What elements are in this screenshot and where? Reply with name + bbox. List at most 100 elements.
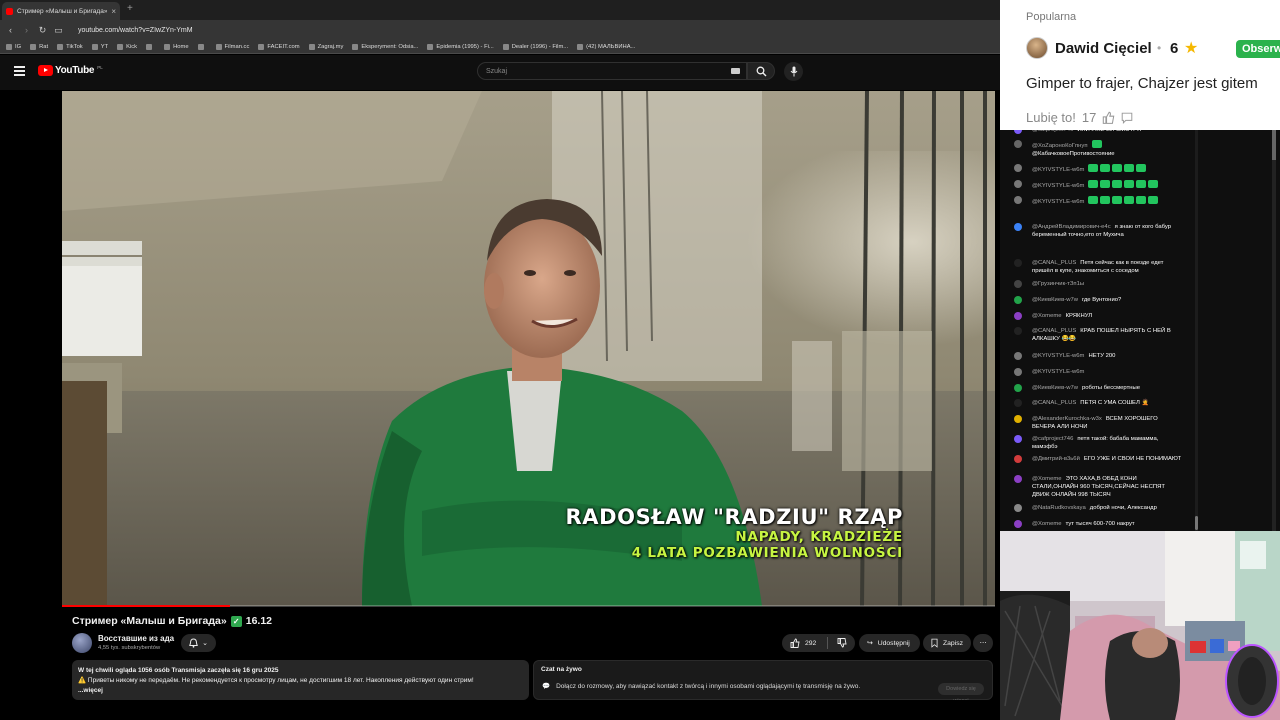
thumbs-up-icon[interactable]	[1102, 111, 1115, 124]
thumbs-down-icon[interactable]	[837, 638, 847, 648]
live-chat-learn-more-button[interactable]: Dowiedz się więcej	[938, 683, 984, 704]
bookmark-label: Zagraj.my	[317, 43, 344, 50]
back-icon[interactable]: ‹	[6, 25, 15, 35]
bookmark-item[interactable]: (42) МАЛЬВИНА...	[577, 43, 636, 50]
youtube-header: YouTube PL Szukaj	[0, 55, 1000, 90]
bookmark-item[interactable]: IG	[6, 43, 21, 50]
chat-avatar	[1014, 196, 1022, 204]
bookmark-item[interactable]: Eksperyment: Odsia...	[352, 43, 418, 50]
bookmark-item[interactable]	[146, 43, 155, 50]
chat-emote-icon	[1100, 196, 1111, 204]
chat-avatar	[1014, 223, 1022, 231]
bookmark-item[interactable]: Epidemia (1995) - Fi...	[427, 43, 494, 50]
chat-avatar	[1014, 280, 1022, 288]
chat-author: @KYIVSTYLE-w6m	[1032, 369, 1085, 375]
search-input[interactable]: Szukaj	[477, 62, 747, 80]
region-code: PL	[97, 65, 103, 70]
browser-tab[interactable]: Стример «Малыш и Бригада» ✅ 16.12 ×	[2, 2, 120, 20]
youtube-logo[interactable]: YouTube PL	[38, 65, 103, 76]
bookmark-item[interactable]: Home	[164, 43, 189, 50]
channel-name[interactable]: Восставшие из ада	[98, 634, 174, 643]
chat-author: @KYIVSTYLE-w6m	[1032, 353, 1085, 359]
youtube-favicon-icon	[6, 7, 13, 15]
live-chat-title: Czat na żywo	[541, 666, 582, 673]
webcam-image	[1000, 531, 1280, 720]
video-title-date: 16.12	[245, 615, 273, 627]
forward-icon[interactable]: ›	[22, 25, 31, 35]
chat-author: @Xomeme	[1032, 313, 1062, 319]
bookmark-favicon-icon	[427, 43, 434, 50]
description-more-link[interactable]: ...więcej	[78, 686, 523, 696]
share-button[interactable]: ↪ Udostępnij	[859, 634, 920, 652]
browser-tab-strip: Стример «Малыш и Бригада» ✅ 16.12 × +	[0, 0, 1000, 20]
youtube-play-icon	[38, 65, 53, 76]
description-box[interactable]: W tej chwili ogląda 1056 osób Transmisja…	[72, 660, 529, 700]
check-mark-icon: ✓	[230, 615, 242, 627]
reload-icon[interactable]: ↻	[38, 25, 47, 36]
bookmark-item[interactable]: Zagraj.my	[308, 43, 344, 50]
chevron-down-icon: ⌄	[202, 640, 208, 647]
commenter-name[interactable]: Dawid Cięciel	[1055, 40, 1152, 57]
bookmark-item[interactable]: Filman.cc	[215, 43, 250, 50]
bookmark-favicon-icon	[577, 43, 584, 50]
bookmark-item[interactable]: FACEIT.com	[258, 43, 300, 50]
bookmark-label: Filman.cc	[224, 43, 250, 50]
video-player[interactable]: RADOSŁAW "RADZIU" RZĄP NAPADY, KRADZIEŻE…	[62, 91, 995, 606]
bookmark-favicon-icon	[215, 43, 222, 50]
channel-avatar[interactable]	[72, 633, 92, 653]
bookmark-favicon-icon	[57, 43, 64, 50]
chat-author: @cafproject746	[1032, 130, 1074, 133]
youtube-wordmark: YouTube	[55, 65, 95, 76]
comment-like-button[interactable]: Lubię to!	[1026, 110, 1076, 125]
comment-like-row: Lubię to! 17	[1026, 110, 1133, 125]
chat-avatar	[1014, 352, 1022, 360]
chat-avatar	[1014, 140, 1022, 148]
bookmark-item[interactable]: YT	[91, 43, 109, 50]
more-actions-button[interactable]: ⋯	[973, 634, 993, 652]
tab-close-icon[interactable]: ×	[111, 7, 116, 16]
chat-emote-icon	[1100, 164, 1111, 172]
chat-avatar	[1014, 415, 1022, 423]
url-field[interactable]: youtube.com/watch?v=ZIwZYn-YmM	[78, 27, 193, 34]
comment-text: Gimper to frajer, Chajzer jest gitem	[1026, 75, 1258, 92]
bookmark-item[interactable]: Dealer (1996) - Film...	[502, 43, 568, 50]
chat-author: @cafproject746	[1032, 436, 1074, 442]
menu-icon[interactable]	[14, 66, 25, 76]
comment-popular-label: Popularna	[1026, 11, 1077, 23]
chat-emote-icon	[1112, 164, 1123, 172]
chat-author: @KYIVSTYLE-w6m	[1032, 199, 1085, 205]
chat-text: ЕГО УЖЕ И СВОИ НЕ ПОНИМАЮТ	[1083, 456, 1182, 462]
overlay-scrollbar[interactable]	[1272, 130, 1276, 531]
overlay-name: RADOSŁAW "RADZIU" RZĄP	[565, 505, 903, 529]
bookmark-favicon-icon	[502, 43, 509, 50]
chat-text: доброй ночи, Александр	[1089, 505, 1157, 511]
chat-avatar	[1014, 327, 1022, 335]
chat-author: @CANAL_PLUS	[1032, 400, 1077, 406]
chat-avatar	[1014, 130, 1022, 134]
bookmark-page-icon[interactable]: ▭	[54, 25, 63, 36]
new-tab-button[interactable]: +	[127, 3, 133, 14]
bookmark-item[interactable]: TikTok	[57, 43, 83, 50]
follow-button[interactable]: Obserwuj	[1236, 40, 1280, 58]
voice-search-button[interactable]	[784, 62, 803, 81]
reply-icon[interactable]	[1121, 112, 1133, 124]
like-button[interactable]: 292	[782, 634, 855, 652]
keyboard-icon[interactable]	[731, 68, 740, 74]
commenter-avatar[interactable]	[1026, 37, 1048, 59]
chat-avatar	[1014, 164, 1022, 172]
notification-bell-button[interactable]: ⌄	[181, 634, 216, 652]
bookmark-item[interactable]: Kick	[117, 43, 137, 50]
chat-emote-icon	[1124, 196, 1135, 204]
video-title-text: Стример «Малыш и Бригада»	[72, 615, 227, 627]
bookmark-item[interactable]: Rat	[30, 43, 48, 50]
live-chat-scrollbar[interactable]	[1195, 130, 1198, 531]
save-button[interactable]: Zapisz	[923, 634, 971, 652]
chat-avatar	[1014, 435, 1022, 443]
video-progress-bar[interactable]	[62, 605, 995, 607]
bookmark-item[interactable]	[197, 43, 207, 50]
bookmark-label: YT	[100, 43, 109, 50]
live-chat-collapsed: Czat na żywo 💬 Dołącz do rozmowy, aby na…	[533, 660, 993, 704]
bell-icon	[189, 638, 198, 648]
bookmark-label: (42) МАЛЬВИНА...	[586, 43, 636, 50]
search-button[interactable]	[747, 62, 775, 80]
